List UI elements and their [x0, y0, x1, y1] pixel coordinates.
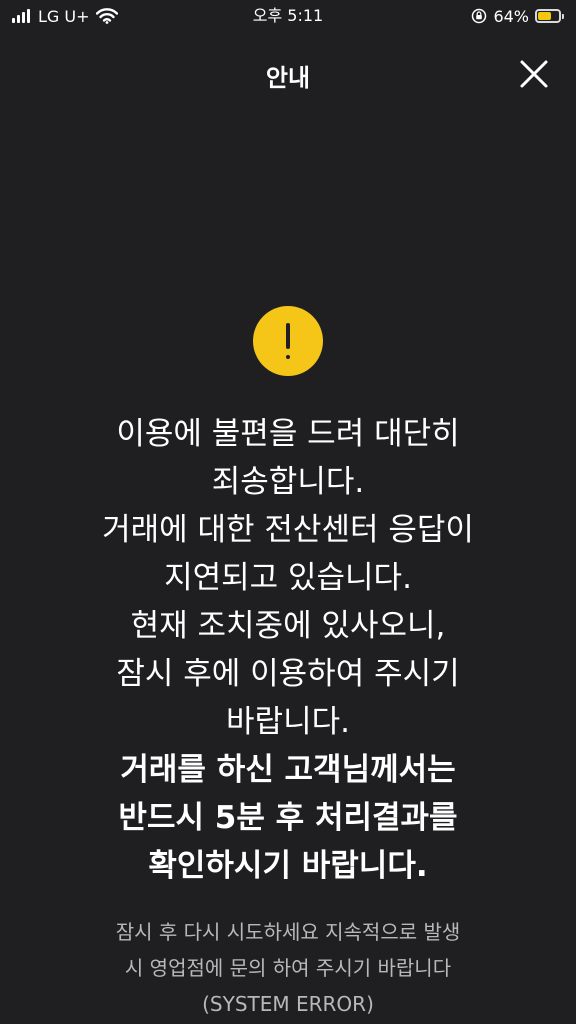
exclamation-icon — [253, 306, 323, 376]
error-detail-line: 잠시 후 다시 시도하세요 지속적으로 발생 — [115, 920, 461, 944]
message-bold-line: 확인하시기 바랍니다. — [148, 848, 428, 884]
close-icon — [520, 60, 548, 88]
exclamation-bar — [286, 323, 290, 349]
orientation-lock-icon — [472, 8, 487, 24]
status-right: 64% — [471, 4, 564, 28]
status-bar: LG U+ 오후 5:11 64% — [0, 0, 576, 34]
battery-icon — [535, 9, 561, 23]
close-button[interactable] — [518, 58, 550, 90]
battery-percent: 64% — [493, 6, 529, 26]
error-detail: 잠시 후 다시 시도하세요 지속적으로 발생 시 영업점에 문의 하여 주시기 … — [0, 914, 576, 1022]
battery-tip — [562, 13, 564, 19]
message-line: 지연되고 있습니다. — [164, 560, 412, 596]
message-line: 거래에 대한 전산센터 응답이 — [102, 512, 474, 548]
page-title: 안내 — [265, 64, 311, 92]
message-line: 이용에 불편을 드려 대단히 — [116, 416, 460, 452]
battery-fill — [538, 12, 551, 20]
message-bold-line: 반드시 5분 후 처리결과를 — [118, 800, 458, 836]
message-line: 현재 조치중에 있사오니, — [130, 608, 446, 644]
alert-message: 이용에 불편을 드려 대단히 죄송합니다. 거래에 대한 전산센터 응답이 지연… — [0, 410, 576, 890]
header: 안내 — [0, 46, 576, 102]
message-line: 죄송합니다. — [211, 464, 365, 500]
message-line: 바랍니다. — [226, 704, 350, 740]
message-bold-line: 거래를 하신 고객님께서는 — [120, 752, 456, 788]
error-detail-line: 시 영업점에 문의 하여 주시기 바랍니다 — [124, 956, 452, 980]
exclamation-dot — [286, 355, 290, 359]
error-code: (SYSTEM ERROR) — [202, 992, 374, 1016]
message-line: 잠시 후에 이용하여 주시기 — [116, 656, 460, 692]
